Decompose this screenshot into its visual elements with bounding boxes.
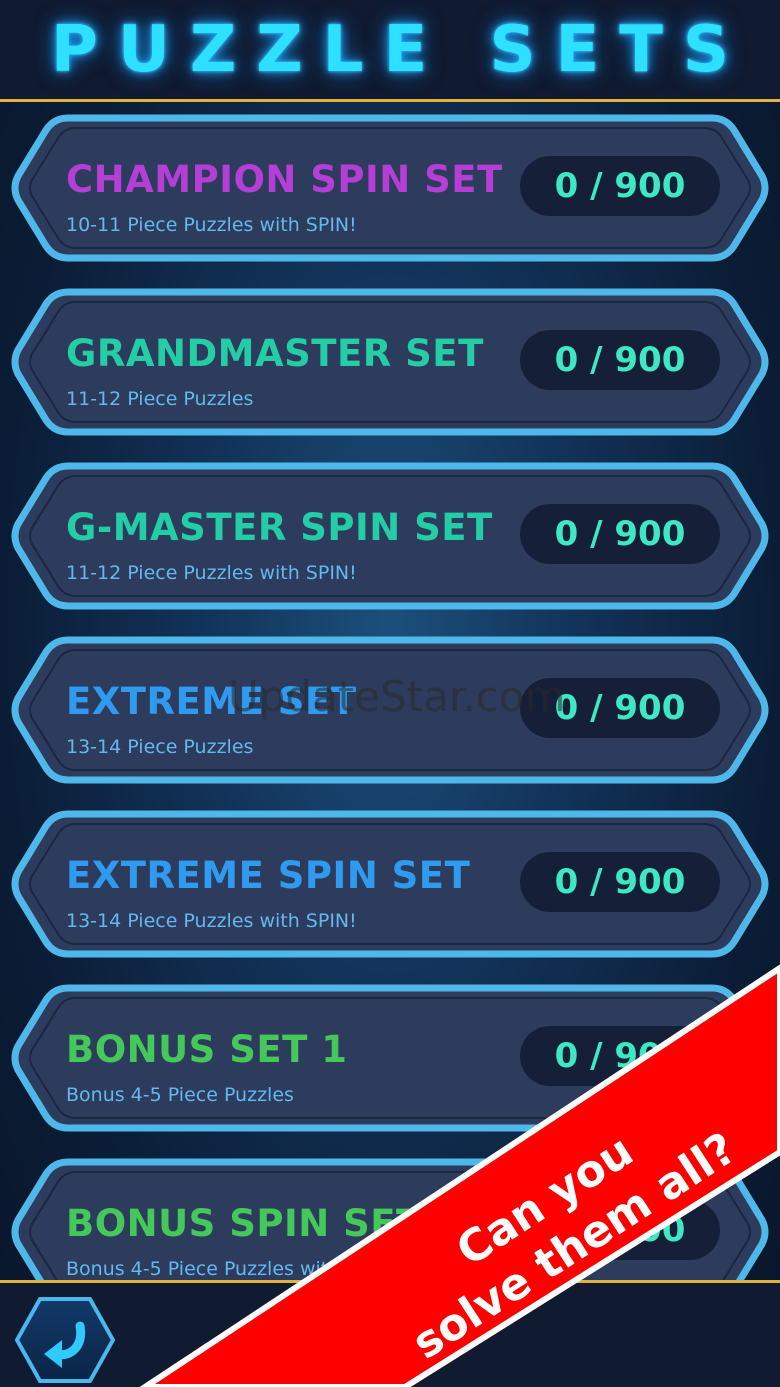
set-subtitle: 11-12 Piece Puzzles with SPIN!	[66, 562, 357, 584]
set-subtitle: 13-14 Piece Puzzles	[66, 736, 254, 758]
set-title: BONUS SET 1	[66, 1028, 348, 1071]
set-title: BONUS SPIN SET	[66, 1202, 422, 1245]
puzzle-set-card[interactable]: G-MASTER SPIN SET 11-12 Piece Puzzles wit…	[10, 462, 770, 610]
set-subtitle: 11-12 Piece Puzzles	[66, 388, 254, 410]
progress-counter: 0 / 900	[520, 852, 720, 912]
progress-counter: 0 / 900	[520, 504, 720, 564]
set-subtitle: 13-14 Piece Puzzles with SPIN!	[66, 910, 357, 932]
progress-counter: 0 / 900	[520, 156, 720, 216]
puzzle-set-card[interactable]: CHAMPION SPIN SET 10-11 Piece Puzzles wit…	[10, 114, 770, 262]
puzzle-set-card[interactable]: EXTREME SPIN SET 13-14 Piece Puzzles with…	[10, 810, 770, 958]
set-subtitle: Bonus 4-5 Piece Puzzles	[66, 1084, 294, 1106]
set-title: GRANDMASTER SET	[66, 332, 484, 375]
header-bar: PUZZLE SETS	[0, 0, 780, 102]
watermark-text: UpdateStar.com	[228, 672, 566, 721]
puzzle-sets-screen: PUZZLE SETS CHAMPION SPIN SET 10-11 Piece…	[0, 0, 780, 1387]
back-button[interactable]	[14, 1296, 116, 1384]
set-subtitle: 10-11 Piece Puzzles with SPIN!	[66, 214, 357, 236]
puzzle-set-card[interactable]: GRANDMASTER SET 11-12 Piece Puzzles 0 / 90…	[10, 288, 770, 436]
set-title: CHAMPION SPIN SET	[66, 158, 503, 201]
progress-counter: 0 / 900	[520, 330, 720, 390]
page-title: PUZZLE SETS	[50, 12, 750, 87]
set-subtitle: Bonus 4-5 Piece Puzzles with SPIN!	[66, 1258, 398, 1280]
back-arrow-icon	[14, 1297, 116, 1383]
set-title: EXTREME SPIN SET	[66, 854, 471, 897]
set-title: G-MASTER SPIN SET	[66, 506, 493, 549]
